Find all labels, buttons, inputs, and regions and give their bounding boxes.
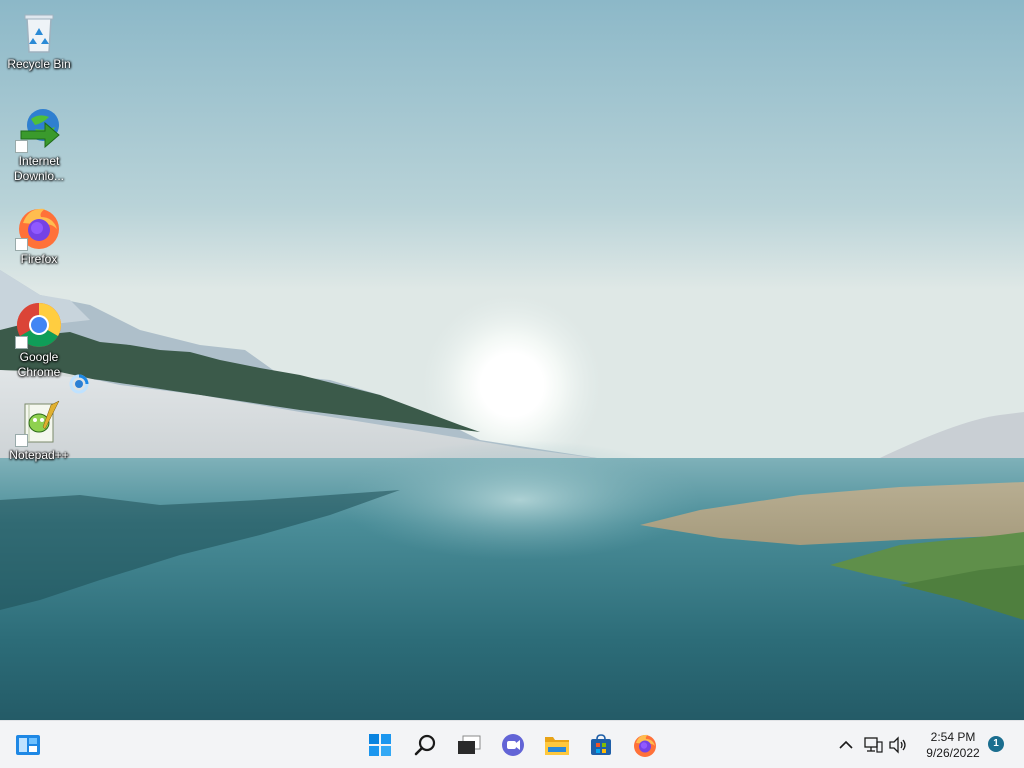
desktop-icon-label: Notepad++ <box>9 448 69 462</box>
desktop-icon-label: Google Chrome <box>17 350 61 379</box>
clock[interactable]: 2:54 PM 9/26/2022 <box>912 729 994 761</box>
firefox-icon <box>15 203 63 251</box>
widgets-icon <box>16 735 40 755</box>
file-explorer-button[interactable] <box>541 729 573 761</box>
desktop-icon-label: Internet Downlo... <box>13 154 65 183</box>
desktop-icon-google-chrome[interactable]: Google Chrome <box>4 301 74 380</box>
busy-cursor-icon <box>69 374 89 394</box>
windows-logo-icon <box>369 734 391 756</box>
desktop[interactable]: Recycle Bin Internet Downlo... Firefox G… <box>0 0 1024 720</box>
tray-overflow-button[interactable] <box>834 733 858 757</box>
microsoft-store-button[interactable] <box>585 729 617 761</box>
clock-time: 2:54 PM <box>930 730 976 744</box>
search-button[interactable] <box>409 729 441 761</box>
notepad-plus-plus-icon <box>15 399 63 447</box>
clock-date: 9/26/2022 <box>926 746 980 760</box>
chat-icon <box>502 734 524 756</box>
desktop-wallpaper <box>0 0 1024 720</box>
store-icon <box>591 734 611 755</box>
download-manager-icon <box>15 105 63 153</box>
chrome-icon <box>15 301 63 349</box>
recycle-bin-icon <box>15 8 63 56</box>
start-button[interactable] <box>364 729 396 761</box>
desktop-icon-recycle-bin[interactable]: Recycle Bin <box>4 8 74 72</box>
desktop-icon-label: Recycle Bin <box>7 57 71 71</box>
firefox-taskbar-button[interactable] <box>629 729 661 761</box>
shortcut-arrow-icon <box>15 336 28 349</box>
taskbar: 2:54 PM 9/26/2022 <box>0 720 1024 768</box>
network-icon <box>864 737 883 753</box>
shortcut-arrow-icon <box>15 238 28 251</box>
shortcut-arrow-icon <box>15 434 28 447</box>
task-view-icon <box>458 735 481 754</box>
desktop-icon-label: Firefox <box>20 252 58 266</box>
desktop-icon-internet-download-manager[interactable]: Internet Downlo... <box>4 105 74 184</box>
notification-badge[interactable]: 1 <box>988 736 1004 752</box>
task-view-button[interactable] <box>453 729 485 761</box>
firefox-icon <box>634 734 656 757</box>
search-icon <box>414 734 436 756</box>
desktop-icon-firefox[interactable]: Firefox <box>4 203 74 267</box>
volume-button[interactable] <box>886 733 910 757</box>
desktop-icon-notepad-plus-plus[interactable]: Notepad++ <box>4 399 74 463</box>
shortcut-arrow-icon <box>15 140 28 153</box>
network-button[interactable] <box>861 733 885 757</box>
chevron-up-icon <box>839 740 853 749</box>
chat-button[interactable] <box>497 729 529 761</box>
volume-icon <box>889 736 906 754</box>
folder-icon <box>545 737 569 755</box>
widgets-button[interactable] <box>12 729 44 761</box>
